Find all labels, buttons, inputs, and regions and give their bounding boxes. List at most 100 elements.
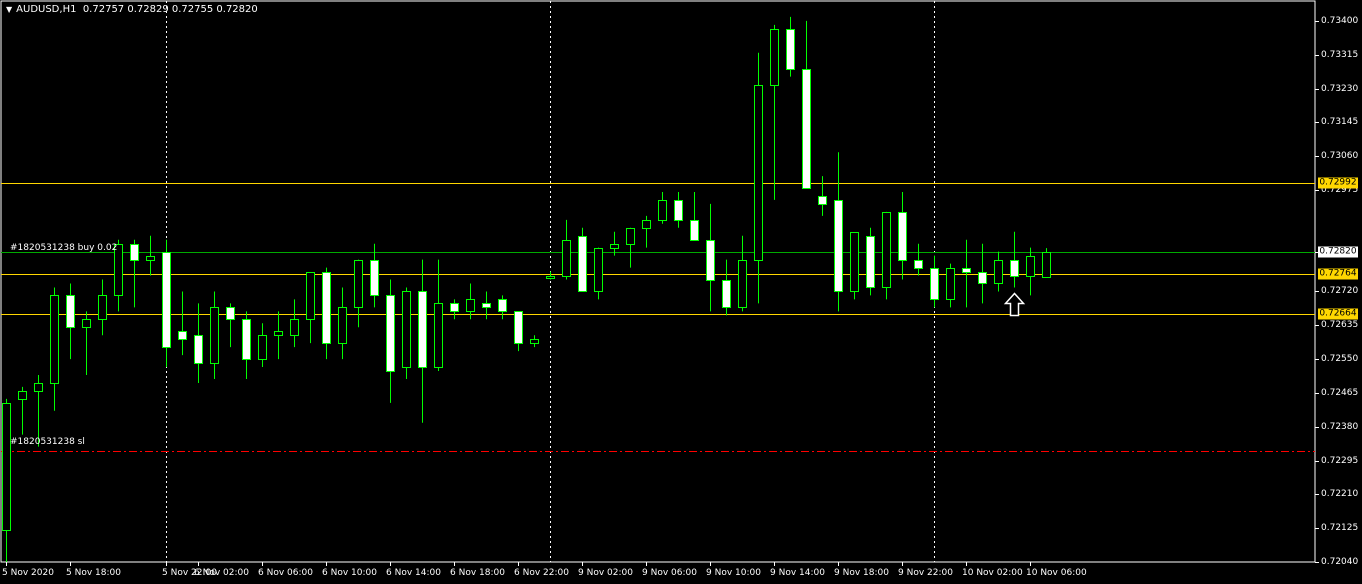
y-tick-label: 0.73230: [1321, 83, 1359, 94]
bull-candle: [434, 303, 443, 368]
bull-candle: [642, 220, 651, 229]
ohlc-values: 0.72757 0.72829 0.72755 0.72820: [82, 4, 258, 15]
bull-candle: [626, 228, 635, 245]
bear-candle: [690, 220, 699, 241]
bull-candle: [658, 200, 667, 221]
bear-candle: [386, 295, 395, 372]
bull-candle: [754, 85, 763, 261]
bear-candle: [498, 299, 507, 312]
bull-candle: [402, 291, 411, 368]
bull-candle: [98, 295, 107, 320]
bear-candle: [866, 236, 875, 288]
bear-candle: [370, 260, 379, 296]
x-tick-label: 6 Nov 18:00: [450, 568, 505, 578]
bull-candle: [306, 272, 315, 320]
bear-candle: [978, 272, 987, 284]
buy-order-label: #1820531238 buy 0.02: [10, 243, 118, 253]
bull-candle: [354, 260, 363, 308]
bear-candle: [722, 280, 731, 308]
bull-candle: [34, 383, 43, 392]
bear-candle: [66, 295, 75, 328]
bull-candle: [18, 391, 27, 400]
y-tick-label: 0.72125: [1321, 523, 1359, 534]
y-tick-label: 0.72380: [1321, 421, 1359, 432]
bull-candle: [594, 248, 603, 292]
x-tick-label: 6 Nov 02:00: [194, 568, 249, 578]
bull-candle: [290, 319, 299, 336]
bull-candle: [546, 276, 555, 279]
bull-candle: [82, 319, 91, 328]
bear-candle: [818, 196, 827, 205]
bear-candle: [418, 291, 427, 368]
current-price-badge: 0.72820: [1318, 246, 1358, 258]
bull-candle: [882, 212, 891, 288]
chart-frame: [0, 0, 1316, 563]
bull-candle: [946, 268, 955, 300]
y-tick-label: 0.73315: [1321, 49, 1359, 60]
bull-candle: [466, 299, 475, 312]
bull-candle: [258, 335, 267, 360]
y-tick-label: 0.72720: [1321, 286, 1359, 297]
bull-candle: [1026, 256, 1035, 277]
x-tick-label: 6 Nov 14:00: [386, 568, 441, 578]
x-tick-label: 9 Nov 06:00: [642, 568, 697, 578]
y-tick-label: 0.72210: [1321, 489, 1359, 500]
bull-candle: [562, 240, 571, 277]
bull-candle: [738, 260, 747, 308]
y-tick-label: 0.72635: [1321, 320, 1359, 331]
x-tick-label: 5 Nov 18:00: [66, 568, 121, 578]
x-tick-label: 10 Nov 02:00: [962, 568, 1023, 578]
bear-candle: [130, 244, 139, 261]
bull-candle: [1042, 252, 1051, 278]
bear-candle: [242, 319, 251, 360]
bear-candle: [514, 311, 523, 344]
bull-candle: [994, 260, 1003, 284]
bear-candle: [194, 335, 203, 364]
bull-candle: [610, 244, 619, 249]
x-tick-label: 9 Nov 02:00: [578, 568, 633, 578]
bear-candle: [802, 69, 811, 189]
bear-candle: [914, 260, 923, 269]
bear-candle: [962, 268, 971, 273]
x-tick-label: 9 Nov 18:00: [834, 568, 889, 578]
bear-candle: [162, 252, 171, 348]
bull-candle: [850, 232, 859, 292]
bull-candle: [274, 331, 283, 336]
bear-candle: [322, 272, 331, 344]
y-tick-label: 0.72550: [1321, 354, 1359, 365]
y-tick-label: 0.73145: [1321, 117, 1359, 128]
bull-candle: [770, 29, 779, 86]
bear-candle: [178, 331, 187, 340]
level-price-badge: 0.72764: [1318, 268, 1358, 280]
bull-candle: [2, 403, 11, 531]
bear-candle: [930, 268, 939, 300]
bull-candle: [50, 295, 59, 384]
y-tick-label: 0.72040: [1321, 557, 1359, 567]
stop-loss-label: #1820531238 sl: [10, 437, 85, 447]
x-tick-label: 9 Nov 22:00: [898, 568, 953, 578]
candlestick-chart[interactable]: [0, 0, 1362, 584]
up-arrow-icon: [1003, 292, 1026, 317]
y-tick-label: 0.72295: [1321, 455, 1359, 466]
bull-candle: [530, 339, 539, 344]
symbol-timeframe: AUDUSD,H1: [16, 4, 77, 15]
x-tick-label: 9 Nov 14:00: [770, 568, 825, 578]
x-tick-label: 6 Nov 06:00: [258, 568, 313, 578]
chart-title: ▼ AUDUSD,H1 0.72757 0.72829 0.72755 0.728…: [6, 4, 258, 15]
x-tick-label: 10 Nov 06:00: [1026, 568, 1087, 578]
bear-candle: [834, 200, 843, 292]
bull-candle: [210, 307, 219, 364]
x-tick-label: 6 Nov 10:00: [322, 568, 377, 578]
bear-candle: [450, 303, 459, 312]
bear-candle: [706, 240, 715, 281]
y-tick-label: 0.73060: [1321, 151, 1359, 162]
level-price-badge: 0.72992: [1318, 177, 1358, 189]
bear-candle: [674, 200, 683, 221]
bear-candle: [578, 236, 587, 292]
chart-area[interactable]: [0, 0, 1362, 584]
x-tick-label: 6 Nov 22:00: [514, 568, 569, 578]
triangle-down-icon[interactable]: ▼: [6, 5, 12, 14]
level-price-badge: 0.72664: [1318, 308, 1358, 320]
bear-candle: [898, 212, 907, 261]
bear-candle: [482, 303, 491, 308]
